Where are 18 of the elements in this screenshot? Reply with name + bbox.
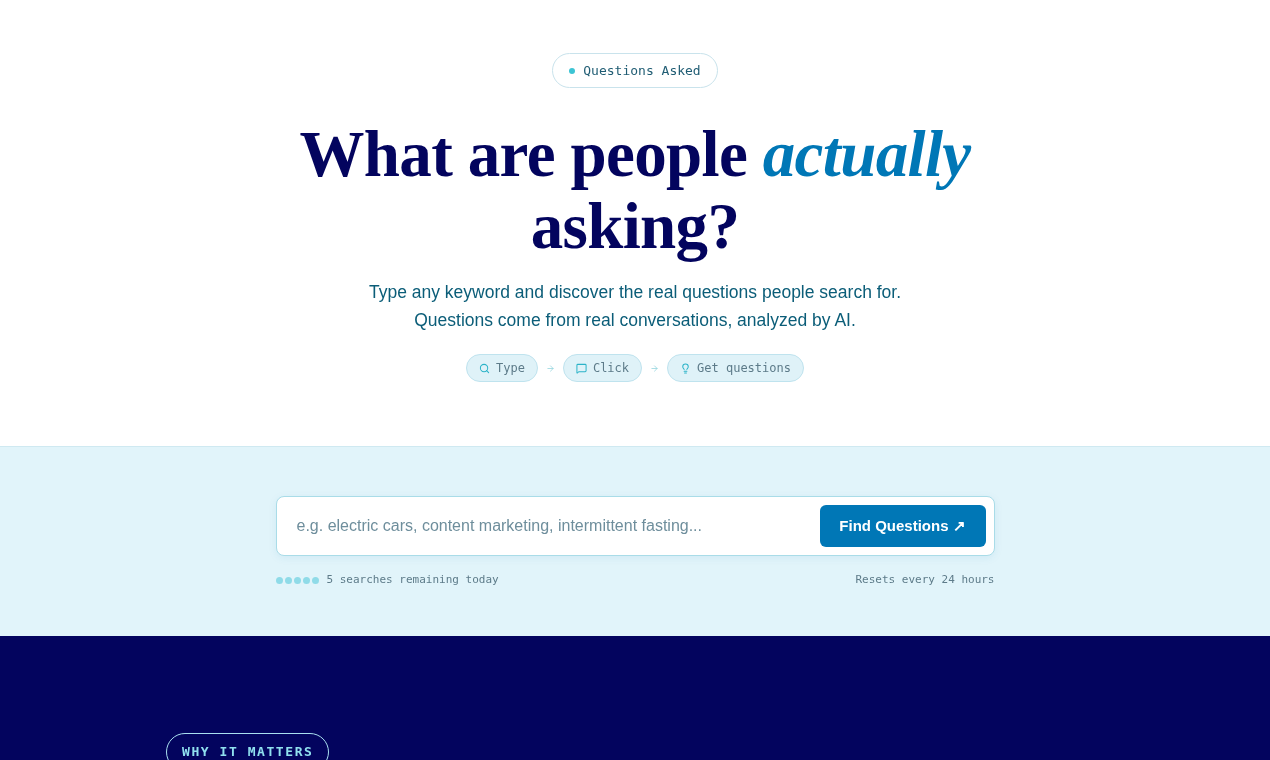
- badge-label: WHY IT MATTERS: [182, 743, 314, 760]
- search-bar[interactable]: e.g. electric cars, content marketing, intermittent fasting... Find Questions ↗: [275, 496, 995, 556]
- step-label: Click: [592, 360, 630, 377]
- speech-bubble-icon: [575, 362, 587, 374]
- step-label: Get questions: [697, 360, 791, 377]
- arrow-right-icon: [545, 363, 555, 373]
- hero-heading: What are people actually asking?: [298, 118, 973, 262]
- lightbulb-icon: [680, 362, 692, 374]
- hero-subtitle: Questions come from real conversations, analyzed by AI.: [414, 309, 856, 332]
- arrow-right-icon: [650, 363, 660, 373]
- hero-subtitle: Type any keyword and discover the real questions people search for.: [368, 281, 902, 304]
- reset-note: Resets every 24 hours: [855, 572, 995, 588]
- remaining-searches-text: 5 searches remaining today: [326, 572, 499, 588]
- badge-label: Questions Asked: [583, 61, 701, 80]
- find-questions-button[interactable]: Find Questions ↗: [819, 505, 986, 547]
- keyword-input[interactable]: e.g. electric cars, content marketing, intermittent fasting...: [296, 497, 820, 555]
- step-label: Type: [496, 360, 525, 377]
- search-icon: [479, 362, 490, 374]
